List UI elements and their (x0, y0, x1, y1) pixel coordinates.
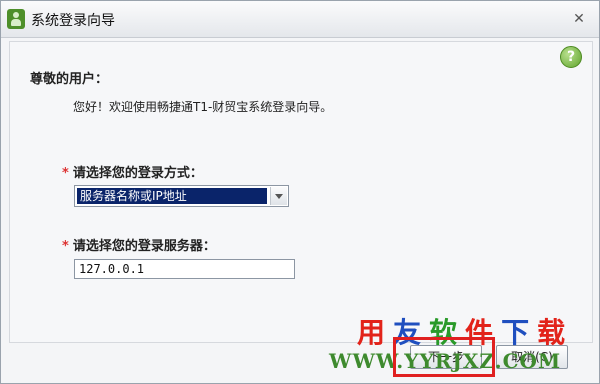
login-method-label: * 请选择您的登录方式： (62, 162, 203, 181)
required-mark: * (62, 239, 69, 254)
server-label: * 请选择您的登录服务器： (62, 235, 216, 254)
chevron-down-icon[interactable] (270, 187, 287, 205)
watermark-char: 下 (501, 316, 538, 349)
greeting-text: 尊敬的用户： (30, 72, 109, 87)
close-button[interactable]: ✕ (571, 11, 587, 27)
welcome-text: 您好！欢迎使用畅捷通T1-财贸宝系统登录向导。 (73, 100, 333, 114)
watermark-char: 用 (357, 316, 394, 349)
help-icon[interactable]: ? (560, 46, 582, 68)
server-input[interactable] (74, 259, 295, 279)
login-method-selected-value: 服务器名称或IP地址 (77, 188, 267, 204)
login-wizard-window: 系统登录向导 ✕ ? 尊敬的用户： 您好！欢迎使用畅捷通T1-财贸宝系统登录向导… (0, 0, 600, 384)
user-app-icon (7, 9, 25, 29)
login-method-label-text: 请选择您的登录方式： (72, 166, 203, 181)
server-label-text: 请选择您的登录服务器： (72, 239, 216, 254)
highlight-box (393, 337, 495, 377)
watermark-char: 载 (537, 316, 574, 349)
required-mark: * (62, 166, 69, 181)
window-title: 系统登录向导 (31, 13, 115, 29)
title-bar: 系统登录向导 ✕ (1, 1, 599, 38)
wizard-content: ? 尊敬的用户： 您好！欢迎使用畅捷通T1-财贸宝系统登录向导。 * 请选择您的登… (9, 41, 593, 343)
login-method-select[interactable]: 服务器名称或IP地址 (74, 185, 289, 207)
